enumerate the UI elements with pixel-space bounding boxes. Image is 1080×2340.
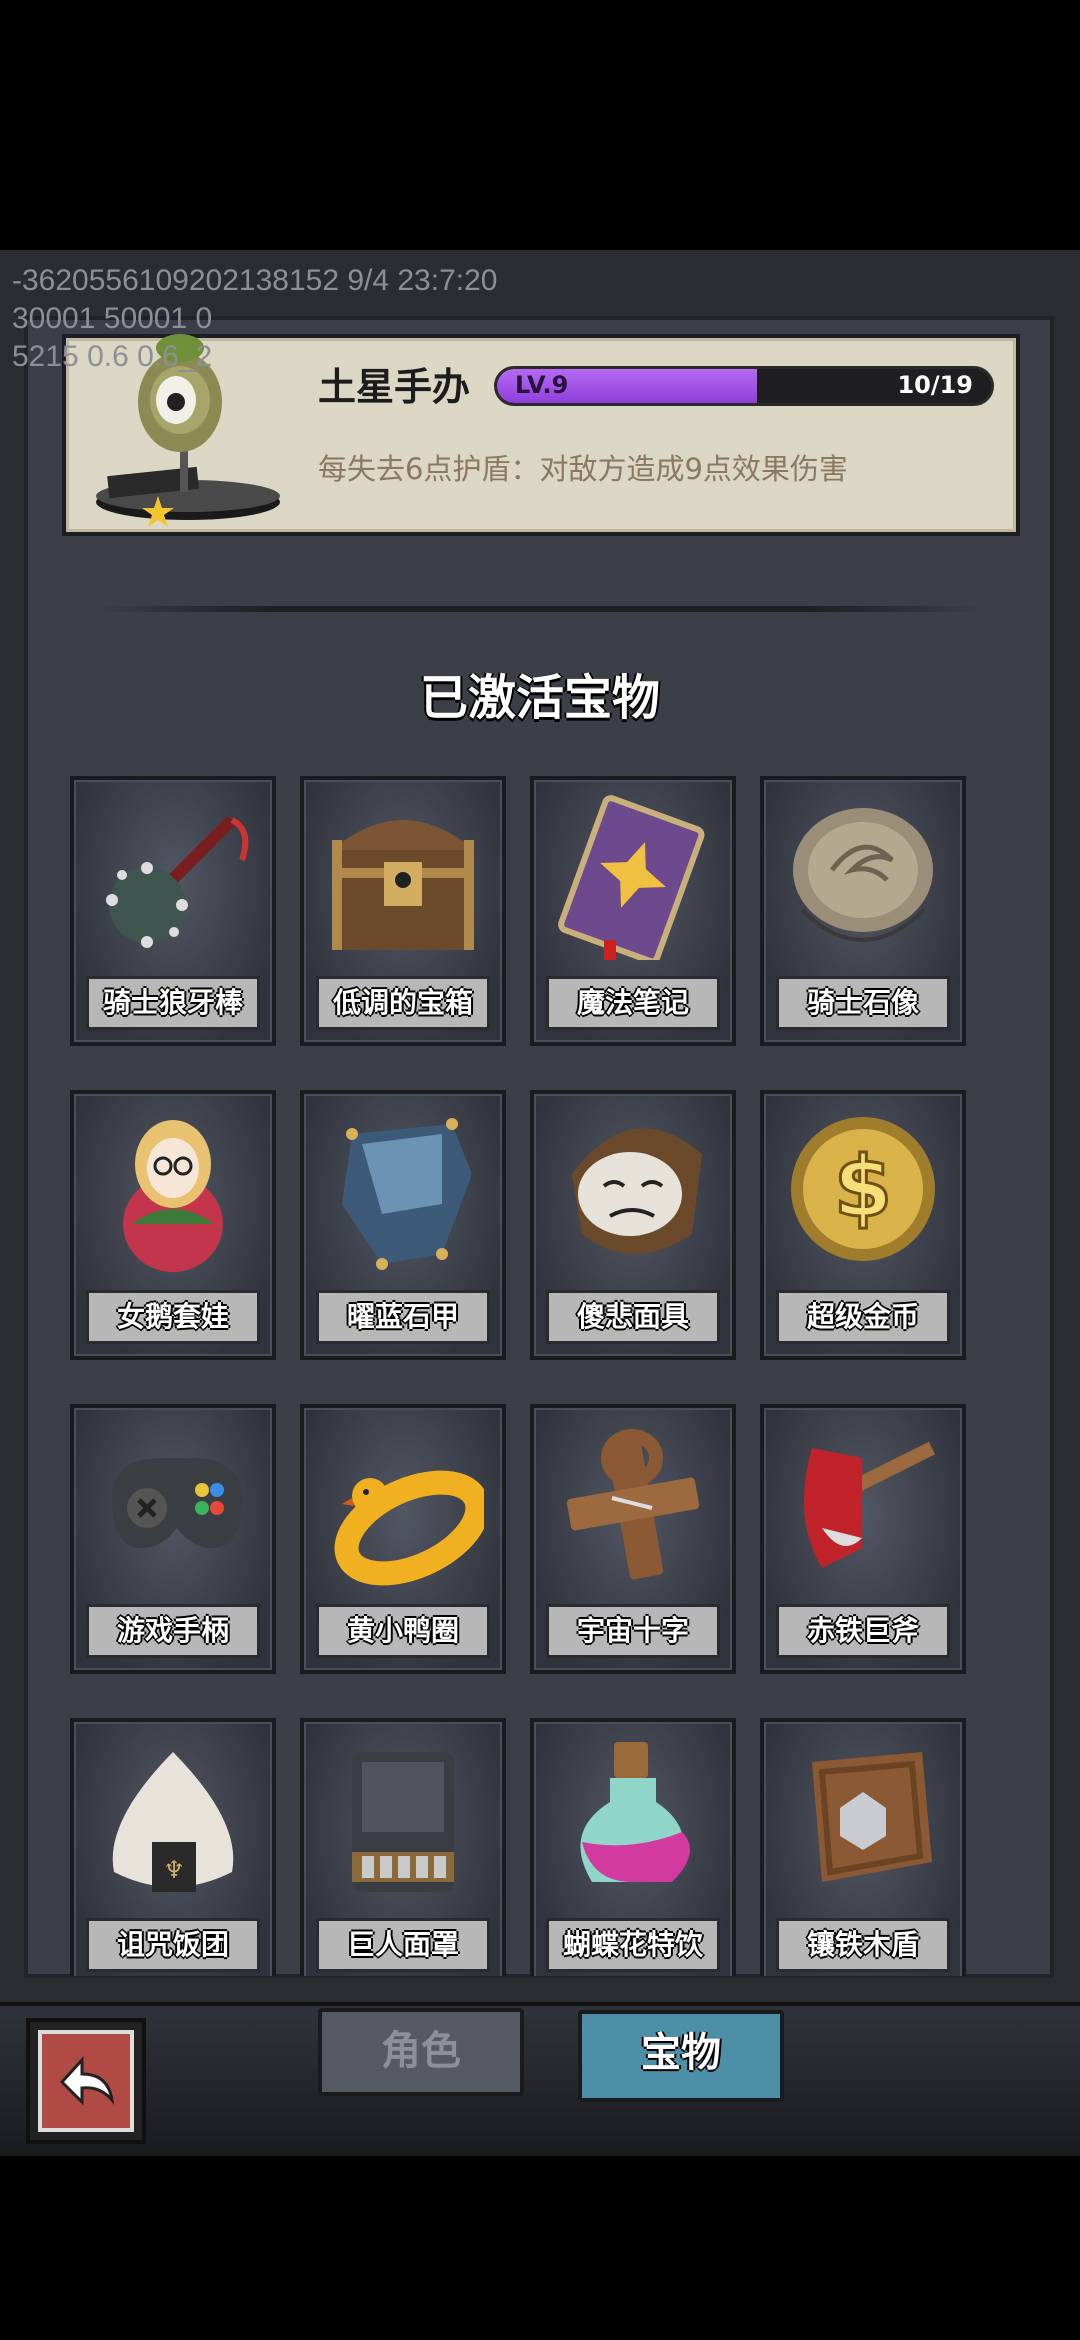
treasure-slot[interactable]: 蝴蝶花特饮: [530, 1718, 736, 1976]
gamepad-icon: [112, 1458, 242, 1548]
tab-role[interactable]: 角色: [318, 2008, 524, 2096]
sad-mask-icon: [572, 1128, 702, 1254]
wooden-cross-icon: [566, 1429, 700, 1580]
potion-bottle-icon: [580, 1742, 690, 1882]
level-label: LV.9: [515, 371, 569, 399]
treasure-slot[interactable]: ♆ 诅咒饭团: [70, 1718, 276, 1976]
giant-mask-icon: [352, 1752, 454, 1892]
svg-text:♆: ♆: [163, 1856, 185, 1884]
treasure-slot[interactable]: 赤铁巨斧: [760, 1404, 966, 1674]
treasure-slot[interactable]: 巨人面罩: [300, 1718, 506, 1976]
debug-line-3: 5215 0.6 0.6_2: [12, 340, 213, 373]
treasure-slot[interactable]: 镶铁木盾: [760, 1718, 966, 1976]
treasure-slot[interactable]: 魔法笔记: [530, 776, 736, 1046]
treasure-slot-label: 低调的宝箱: [316, 976, 490, 1030]
selected-item-description: 每失去6点护盾：对敌方造成9点效果伤害: [318, 452, 848, 486]
treasure-slot-label: 骑士狼牙棒: [86, 976, 260, 1030]
treasure-slot-label: 宇宙十字: [546, 1604, 720, 1658]
section-title: 已激活宝物: [419, 670, 660, 726]
treasure-slot-label: 诅咒饭团: [86, 1918, 260, 1972]
treasure-slot-label: 超级金币: [776, 1290, 950, 1344]
treasure-slot-label: 黄小鸭圈: [316, 1604, 490, 1658]
gold-coin-icon: $: [791, 1117, 935, 1261]
treasure-slot-label: 魔法笔记: [546, 976, 720, 1030]
treasure-slot[interactable]: 曜蓝石甲: [300, 1090, 506, 1360]
back-arrow-icon: [59, 2056, 115, 2106]
debug-line-2: 30001 50001 0: [12, 302, 213, 335]
spiked-mace-icon: [106, 815, 249, 948]
treasure-slot-label: 曜蓝石甲: [316, 1290, 490, 1344]
back-button-face: [38, 2030, 134, 2132]
rice-ball-icon: ♆: [112, 1752, 234, 1892]
svg-text:$: $: [834, 1138, 892, 1236]
treasure-chest-icon: [332, 820, 474, 950]
level-progress-bar: LV.9 10/19: [494, 366, 994, 406]
treasure-slot-label: 蝴蝶花特饮: [546, 1918, 720, 1972]
treasure-slot[interactable]: $ 超级金币: [760, 1090, 966, 1360]
duck-float-ring-icon: [334, 1470, 484, 1586]
debug-line-1: -3620556109202138152 9/4 23:7:20: [12, 264, 498, 297]
treasure-slot-label: 骑士石像: [776, 976, 950, 1030]
treasure-slot[interactable]: 傻悲面具: [530, 1090, 736, 1360]
screen: -3620556109202138152 9/4 23:7:20 30001 5…: [0, 0, 1080, 2340]
treasure-slot[interactable]: 骑士石像: [760, 776, 966, 1046]
treasure-slot[interactable]: 女鹅套娃: [70, 1090, 276, 1360]
treasure-slot[interactable]: 黄小鸭圈: [300, 1404, 506, 1674]
treasure-slot[interactable]: 低调的宝箱: [300, 776, 506, 1046]
treasure-slot-label: 巨人面罩: [316, 1918, 490, 1972]
debug-overlay: -3620556109202138152 9/4 23:7:20 30001 5…: [12, 262, 497, 376]
tab-treasure[interactable]: 宝物: [578, 2010, 784, 2102]
spell-book-icon: [558, 795, 705, 960]
treasure-slot-label: 镶铁木盾: [776, 1918, 950, 1972]
treasure-slot-label: 赤铁巨斧: [776, 1604, 950, 1658]
treasure-slot[interactable]: 宇宙十字: [530, 1404, 736, 1674]
treasure-slot-label: 游戏手柄: [86, 1604, 260, 1658]
treasure-grid: 骑士狼牙棒 低调的宝箱 魔法笔记 骑士石像女鹅套娃 曜蓝石甲 傻悲面具 $ 超级金币游戏手柄 黄…: [70, 776, 1010, 1976]
treasure-slot[interactable]: 游戏手柄: [70, 1404, 276, 1674]
treasure-slot[interactable]: 骑士狼牙棒: [70, 776, 276, 1046]
treasure-slot-label: 女鹅套娃: [86, 1290, 260, 1344]
wooden-shield-icon: [812, 1752, 932, 1882]
bottom-bar: [0, 2002, 1080, 2156]
section-divider: [95, 606, 985, 612]
blue-armor-icon: [342, 1118, 472, 1270]
level-progress-count: 10/19: [897, 371, 973, 399]
back-button[interactable]: [26, 2018, 146, 2144]
stone-tablet-icon: [793, 808, 933, 942]
treasure-slot-label: 傻悲面具: [546, 1290, 720, 1344]
red-axe-icon: [804, 1441, 936, 1568]
nesting-doll-icon: [123, 1120, 223, 1272]
